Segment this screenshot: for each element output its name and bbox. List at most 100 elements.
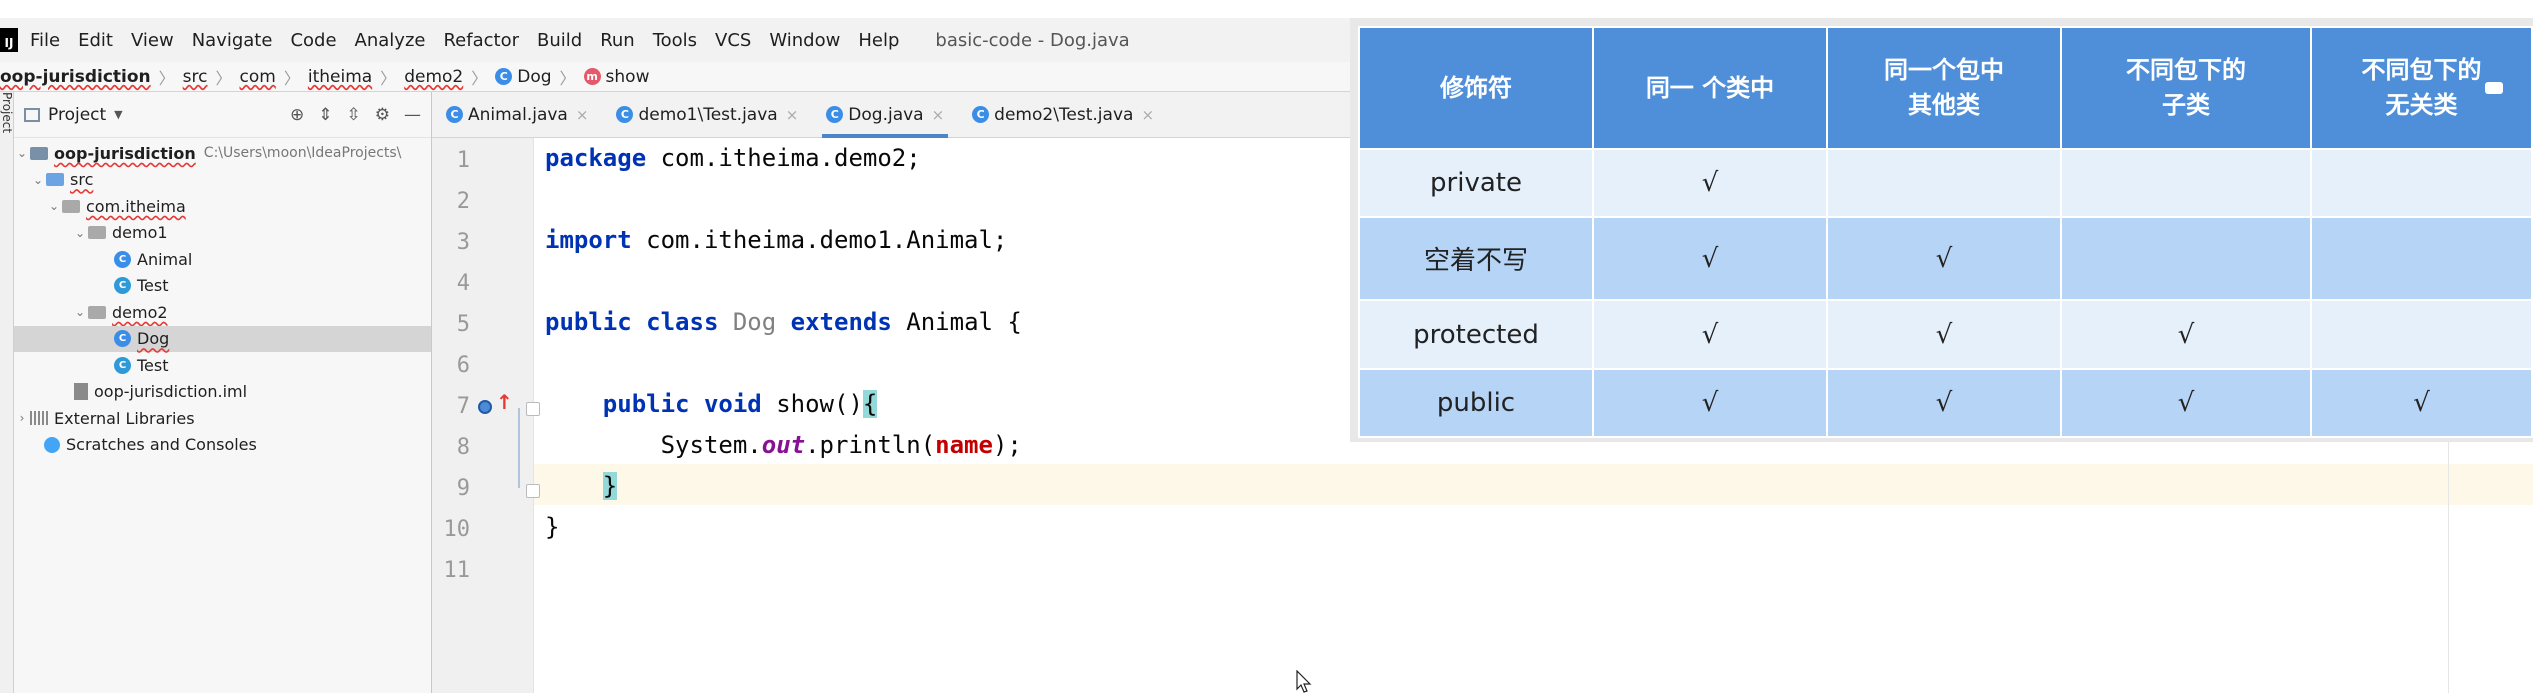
menu-edit[interactable]: Edit bbox=[78, 30, 113, 51]
library-icon bbox=[30, 411, 48, 426]
module-file-icon bbox=[74, 383, 88, 401]
breadcrumb-project[interactable]: oop-jurisdiction bbox=[0, 67, 151, 87]
project-stripe-button[interactable]: Project bbox=[0, 92, 14, 133]
breadcrumb-dog[interactable]: C Dog bbox=[495, 67, 552, 87]
chevron-right-icon[interactable]: › bbox=[14, 411, 30, 425]
class-icon: C bbox=[446, 106, 463, 123]
matched-brace: } bbox=[602, 472, 618, 500]
expand-all-icon[interactable]: ⇕ bbox=[318, 105, 332, 125]
tool-window-stripe: Project bbox=[0, 92, 14, 693]
menu-file[interactable]: File bbox=[30, 30, 60, 51]
table-header: 修饰符 bbox=[1358, 26, 1594, 150]
project-panel: Project ▼ ⊕ ⇕ ⇳ ⚙ — ⌄ oop-jurisdiction C… bbox=[14, 92, 432, 693]
menu-run[interactable]: Run bbox=[600, 30, 635, 51]
menu-code[interactable]: Code bbox=[290, 30, 336, 51]
current-line-highlight bbox=[432, 464, 2533, 505]
project-view-selector[interactable]: Project bbox=[48, 105, 106, 125]
breadcrumb-show[interactable]: m show bbox=[583, 67, 649, 87]
tab-demo2-test-java[interactable]: C demo2\Test.java × bbox=[958, 92, 1168, 138]
code-line-1: package com.itheima.demo2; bbox=[545, 144, 921, 172]
table-row: public √ √ √ √ bbox=[1358, 367, 2533, 439]
gear-icon[interactable]: ⚙ bbox=[375, 105, 390, 125]
runnable-class-icon: C bbox=[616, 106, 634, 123]
window-title: basic-code - Dog.java bbox=[935, 29, 1130, 51]
table-row: 空着不写 √ √ bbox=[1358, 216, 2533, 302]
locate-icon[interactable]: ⊕ bbox=[290, 105, 304, 125]
tree-item-demo1-test[interactable]: C Test bbox=[14, 273, 431, 300]
tree-item-demo2[interactable]: ⌄ demo2 bbox=[14, 299, 431, 326]
menu-navigate[interactable]: Navigate bbox=[192, 30, 273, 51]
tree-item-src[interactable]: ⌄ src bbox=[14, 167, 431, 194]
minimize-icon[interactable]: — bbox=[404, 105, 421, 125]
tree-item-com-itheima[interactable]: ⌄ com.itheima bbox=[14, 193, 431, 220]
table-row: protected √ √ √ bbox=[1358, 299, 2533, 370]
source-folder-icon bbox=[46, 173, 64, 187]
overrides-method-icon[interactable] bbox=[478, 400, 492, 414]
chevron-right-icon: 〉 bbox=[283, 68, 300, 88]
chevron-down-icon[interactable]: ⌄ bbox=[72, 226, 88, 240]
close-icon[interactable]: × bbox=[932, 106, 945, 124]
chevron-down-icon[interactable]: ⌄ bbox=[72, 305, 88, 319]
fold-icon[interactable] bbox=[526, 484, 540, 498]
line-number: 9 bbox=[456, 476, 470, 501]
arrow-up-icon[interactable]: ↑ bbox=[496, 390, 513, 414]
tree-item-module[interactable]: ⌄ oop-jurisdiction C:\Users\moon\IdeaPro… bbox=[14, 140, 431, 167]
close-icon[interactable]: × bbox=[786, 106, 799, 124]
line-number: 7 bbox=[456, 394, 470, 419]
access-modifier-table: 修饰符 同一 个类中 同一个包中 其他类 不同包下的 子类 不同包下的 无关类 … bbox=[1358, 26, 2533, 439]
project-panel-header: Project ▼ ⊕ ⇕ ⇳ ⚙ — bbox=[14, 92, 431, 138]
menu-analyze[interactable]: Analyze bbox=[355, 30, 426, 51]
class-icon: C bbox=[826, 106, 844, 123]
menu-vcs[interactable]: VCS bbox=[715, 30, 751, 51]
menu-refactor[interactable]: Refactor bbox=[443, 30, 519, 51]
line-number: 1 bbox=[456, 148, 470, 173]
menu-build[interactable]: Build bbox=[537, 30, 582, 51]
tab-demo1-test-java[interactable]: C demo1\Test.java × bbox=[602, 92, 812, 138]
line-number: 4 bbox=[456, 271, 470, 296]
matched-brace: { bbox=[862, 390, 878, 418]
menu-view[interactable]: View bbox=[131, 30, 174, 51]
menu-window[interactable]: Window bbox=[769, 30, 840, 51]
breadcrumb-demo2[interactable]: demo2 bbox=[404, 67, 463, 87]
line-number: 5 bbox=[456, 312, 470, 337]
close-icon[interactable]: × bbox=[1141, 106, 1154, 124]
tree-item-iml[interactable]: oop-jurisdiction.iml bbox=[14, 379, 431, 406]
scratches-icon bbox=[44, 436, 60, 453]
chevron-down-icon[interactable]: ⌄ bbox=[46, 199, 62, 213]
close-icon[interactable]: × bbox=[576, 106, 589, 124]
table-header: 不同包下的 子类 bbox=[2060, 26, 2312, 150]
line-number: 10 bbox=[443, 517, 471, 542]
collapse-all-icon[interactable]: ⇳ bbox=[347, 105, 361, 125]
class-icon: C bbox=[114, 250, 131, 268]
tree-item-demo2-test[interactable]: C Test bbox=[14, 352, 431, 379]
module-path: C:\Users\moon\IdeaProjects\ bbox=[203, 145, 402, 162]
breadcrumb-itheima[interactable]: itheima bbox=[308, 67, 372, 87]
runnable-class-icon: C bbox=[114, 277, 131, 295]
line-number: 11 bbox=[443, 558, 471, 583]
code-line-8: System.out.println(name); bbox=[660, 431, 1022, 459]
menu-help[interactable]: Help bbox=[858, 30, 899, 51]
package-icon bbox=[88, 226, 106, 240]
tree-item-demo1[interactable]: ⌄ demo1 bbox=[14, 220, 431, 247]
table-row: private √ bbox=[1358, 147, 2533, 219]
chevron-down-icon[interactable]: ⌄ bbox=[14, 146, 30, 160]
tab-dog-java[interactable]: C Dog.java × bbox=[812, 92, 958, 138]
chevron-right-icon: 〉 bbox=[158, 68, 175, 88]
tree-item-dog[interactable]: C Dog bbox=[14, 325, 431, 352]
breadcrumb-src[interactable]: src bbox=[183, 67, 208, 87]
breadcrumb-com[interactable]: com bbox=[240, 67, 276, 87]
caret-down-icon[interactable]: ▼ bbox=[114, 108, 122, 121]
menu-tools[interactable]: Tools bbox=[653, 30, 697, 51]
chevron-right-icon: 〉 bbox=[471, 68, 488, 88]
tab-animal-java[interactable]: C Animal.java × bbox=[432, 92, 602, 138]
indent-guide bbox=[518, 408, 520, 488]
runnable-class-icon: C bbox=[114, 356, 131, 374]
line-number: 3 bbox=[456, 230, 470, 255]
tree-item-scratches[interactable]: Scratches and Consoles bbox=[14, 432, 431, 459]
method-icon: m bbox=[583, 68, 601, 85]
tree-item-animal[interactable]: C Animal bbox=[14, 246, 431, 273]
chevron-down-icon[interactable]: ⌄ bbox=[30, 173, 46, 187]
tree-item-external-libraries[interactable]: › External Libraries bbox=[14, 405, 431, 432]
code-line-5: public class Dog extends Animal { bbox=[545, 308, 1022, 336]
fold-icon[interactable] bbox=[526, 402, 540, 416]
